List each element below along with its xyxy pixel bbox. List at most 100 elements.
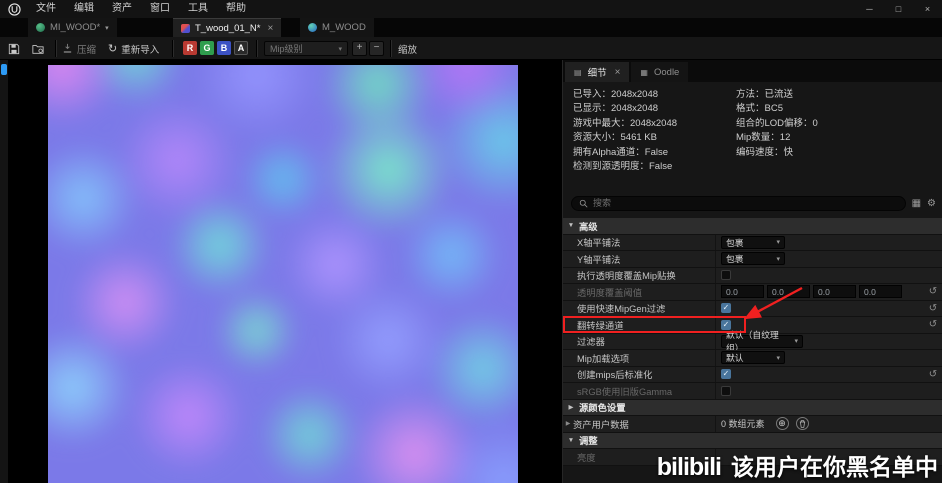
- tab-label: M_WOOD: [322, 22, 366, 33]
- threshold-y-field[interactable]: 0.0: [767, 285, 810, 299]
- chevron-right-icon[interactable]: ▶: [563, 420, 573, 427]
- toolbar-separator: [55, 40, 56, 57]
- browse-icon: [32, 44, 44, 54]
- info-format: 格式：BC5: [736, 103, 783, 115]
- compress-button[interactable]: 压缩: [62, 40, 96, 57]
- display-options-icon[interactable]: ▦: [912, 196, 921, 211]
- property-label: 创建mips后标准化: [577, 370, 653, 381]
- section-header-advanced[interactable]: ▼ 高级: [563, 218, 942, 235]
- property-label: 透明度覆盖阈值: [577, 287, 643, 298]
- texture-editor-toolbar: 压缩 ↻ 重新导入 R G B A Mip级别 ▾ + − 缩放 46% ▾ ⚙…: [0, 37, 942, 93]
- browse-to-asset-button[interactable]: [32, 40, 44, 57]
- check-icon: ✓: [722, 303, 730, 313]
- property-label: 执行透明度覆盖Mip贴换: [577, 271, 676, 282]
- texture-asset-icon: [181, 23, 190, 33]
- green-channel-toggle[interactable]: G: [200, 41, 214, 55]
- normalize-after-mips-checkbox[interactable]: ✓: [721, 369, 731, 380]
- info-lod-bias: 组合的LOD偏移：0: [736, 117, 818, 129]
- window-controls: ─ □ ×: [855, 0, 942, 18]
- bilibili-watermark: bilibili 该用户在你黑名单中: [657, 448, 938, 482]
- reset-to-default-icon[interactable]: ↺: [924, 319, 942, 330]
- tab-oodle[interactable]: ▦ Oodle: [631, 62, 689, 82]
- threshold-z-field[interactable]: 0.0: [813, 285, 856, 299]
- menu-help[interactable]: 帮助: [217, 0, 255, 18]
- oodle-tab-label: Oodle: [653, 66, 680, 78]
- srgb-legacy-gamma-checkbox[interactable]: [721, 385, 731, 396]
- menu-edit[interactable]: 编辑: [65, 0, 103, 18]
- property-row-address-y: Y轴平铺法 包裹 ▾: [563, 251, 942, 268]
- search-box[interactable]: [571, 195, 906, 211]
- check-icon: ✓: [722, 369, 730, 379]
- tab-t-wood-01-n[interactable]: T_wood_01_N* ×: [173, 18, 282, 37]
- reimport-button[interactable]: ↻ 重新导入: [108, 40, 159, 57]
- array-count-label: 0 数组元素: [721, 419, 765, 430]
- info-imported: 已导入：2048x2048: [573, 89, 659, 100]
- section-header-source-color[interactable]: ▶ 源颜色设置: [563, 399, 942, 416]
- compress-label: 压缩: [77, 44, 97, 56]
- property-label: Mip加载选项: [577, 353, 630, 364]
- fast-mipgen-checkbox[interactable]: ✓: [721, 303, 731, 314]
- info-resource-size: 资源大小：5461 KB: [573, 132, 657, 144]
- menu-asset[interactable]: 资产: [103, 0, 141, 18]
- mip-plus-button[interactable]: +: [352, 41, 367, 56]
- reset-to-default-icon[interactable]: ↺: [924, 303, 942, 314]
- info-method: 方法：已流送: [736, 89, 794, 100]
- tab-close-icon[interactable]: ×: [268, 23, 274, 34]
- menu-window[interactable]: 窗口: [141, 0, 179, 18]
- info-encode-speed: 编码速度：快: [736, 146, 794, 158]
- threshold-w-field[interactable]: 0.0: [859, 285, 902, 299]
- chevron-down-icon: ▾: [776, 239, 780, 247]
- search-input[interactable]: [593, 198, 898, 208]
- section-header-adjustments[interactable]: ▼ 调整: [563, 432, 942, 449]
- mip-level-label: Mip级别: [270, 44, 303, 54]
- property-label: 资产用户数据: [573, 419, 629, 430]
- texture-viewport[interactable]: [8, 60, 562, 483]
- address-y-dropdown[interactable]: 包裹 ▾: [721, 252, 785, 266]
- property-label: 过滤器: [577, 337, 605, 348]
- reset-to-default-icon[interactable]: ↺: [924, 369, 942, 380]
- settings-gear-icon[interactable]: ⚙: [927, 196, 936, 211]
- tab-close-icon[interactable]: ×: [615, 67, 621, 78]
- save-button[interactable]: [8, 40, 20, 57]
- property-label: Y轴平铺法: [577, 254, 621, 265]
- save-icon: [8, 43, 20, 54]
- menu-file[interactable]: 文件: [27, 0, 65, 18]
- mip-load-options-dropdown[interactable]: 默认 ▾: [721, 351, 785, 365]
- mip-minus-button[interactable]: −: [369, 41, 384, 56]
- tab-label: MI_WOOD*: [50, 22, 101, 33]
- tab-details[interactable]: ▤ 细节 ×: [565, 62, 630, 82]
- add-array-element-button[interactable]: ⊕: [775, 417, 789, 431]
- red-channel-toggle[interactable]: R: [183, 41, 197, 55]
- alpha-coverage-checkbox[interactable]: [721, 270, 731, 281]
- mip-level-dropdown[interactable]: Mip级别 ▾: [264, 41, 348, 56]
- blue-channel-toggle[interactable]: B: [217, 41, 231, 55]
- filter-dropdown[interactable]: 默认（自纹理组） ▾: [721, 330, 803, 353]
- tab-mi-wood[interactable]: MI_WOOD* ▾: [28, 18, 117, 37]
- bilibili-logo: bilibili: [656, 453, 722, 481]
- property-row-normalize-after-mips: 创建mips后标准化 ✓ ↺: [563, 366, 942, 383]
- toolbar-separator: [172, 40, 173, 57]
- property-row-filter: 过滤器 默认（自纹理组） ▾: [563, 330, 942, 353]
- menu-tools[interactable]: 工具: [179, 0, 217, 18]
- clear-array-button[interactable]: [795, 417, 809, 431]
- asset-tab-bar: MI_WOOD* ▾ T_wood_01_N* × M_WOOD: [0, 18, 942, 37]
- search-icon: [579, 199, 588, 208]
- address-x-dropdown[interactable]: 包裹 ▾: [721, 235, 785, 249]
- scroll-indicator[interactable]: [1, 64, 7, 75]
- threshold-x-field[interactable]: 0.0: [721, 285, 764, 299]
- list-icon: ▤: [574, 67, 582, 77]
- trash-icon: [799, 420, 805, 428]
- details-search-row: ▦ ⚙: [571, 194, 936, 212]
- property-row-alpha-coverage-thresholds: 透明度覆盖阈值 0.0 0.0 0.0 0.0 ↺: [563, 284, 942, 301]
- maximize-button[interactable]: □: [884, 0, 913, 18]
- minimize-button[interactable]: ─: [855, 0, 884, 18]
- alpha-channel-toggle[interactable]: A: [234, 41, 248, 55]
- section-label: 源颜色设置: [579, 403, 626, 414]
- details-panel: ▤ 细节 × ▦ Oodle 已导入：2048x2048 已显示：2048x20…: [562, 60, 942, 483]
- zoom-label: 缩放: [398, 44, 418, 56]
- reset-to-default-icon[interactable]: ↺: [924, 286, 942, 297]
- tab-label: T_wood_01_N*: [195, 22, 261, 34]
- texture-info-block: 已导入：2048x2048 已显示：2048x2048 游戏中最大：2048x2…: [563, 82, 942, 194]
- close-button[interactable]: ×: [913, 0, 942, 18]
- tab-m-wood[interactable]: M_WOOD: [300, 18, 374, 37]
